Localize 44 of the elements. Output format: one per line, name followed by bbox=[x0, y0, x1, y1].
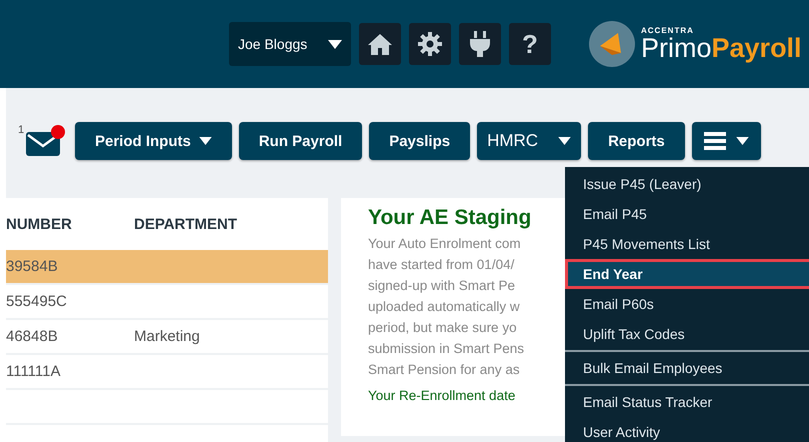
caret-icon bbox=[328, 40, 342, 48]
caret-icon bbox=[736, 137, 749, 145]
menu-item[interactable]: Email Status Tracker bbox=[565, 387, 809, 417]
logo-brand: ACCENTRA bbox=[641, 26, 695, 35]
menu-item[interactable]: Issue P45 (Leaver) bbox=[565, 169, 809, 199]
logo-icon bbox=[589, 21, 635, 67]
mail-count: 1 bbox=[18, 124, 24, 136]
mail-icon[interactable] bbox=[26, 124, 66, 158]
panel-footer: Your Re-Enrollment date bbox=[368, 388, 565, 403]
settings-button[interactable] bbox=[409, 23, 451, 65]
toolbar-button[interactable]: Run Payroll bbox=[238, 122, 362, 160]
table-cell: 555495C bbox=[6, 293, 67, 310]
menu-item[interactable]: Email P45 bbox=[565, 199, 809, 229]
menu-item[interactable]: Bulk Email Employees bbox=[565, 353, 809, 383]
menu-button[interactable] bbox=[692, 122, 761, 160]
table-row[interactable]: 111111A bbox=[6, 355, 328, 390]
menu-item[interactable]: P45 Movements List bbox=[565, 229, 809, 259]
home-icon bbox=[368, 33, 392, 55]
column-header: DEPARTMENT bbox=[134, 216, 238, 232]
table-row[interactable]: 39584B bbox=[6, 250, 328, 285]
menu-item[interactable]: Uplift Tax Codes bbox=[565, 319, 809, 349]
menu-item[interactable]: Email P60s bbox=[565, 289, 809, 319]
menu-item[interactable]: User Activity bbox=[565, 417, 809, 442]
plug-icon bbox=[470, 31, 490, 57]
toolbar-button[interactable]: HMRC bbox=[477, 122, 582, 160]
table-cell: 111111A bbox=[6, 363, 60, 380]
table-cell: 39584B bbox=[6, 258, 58, 275]
help-button[interactable]: ? bbox=[509, 23, 551, 65]
home-button[interactable] bbox=[359, 23, 401, 65]
table-row[interactable]: 555495C bbox=[6, 285, 328, 320]
toolbar-button[interactable]: Reports bbox=[588, 122, 685, 160]
table-row[interactable]: 46848B Marketing bbox=[6, 320, 328, 355]
panel-title: Your AE Staging bbox=[368, 206, 532, 230]
table-cell: Marketing bbox=[134, 328, 200, 345]
logo-name: PrimoPayroll bbox=[641, 35, 802, 62]
column-header: NUMBER bbox=[6, 216, 73, 232]
menu-item[interactable]: End Year bbox=[565, 259, 809, 289]
panel-text: Your Auto Enrolment com have started from 01/04/ signed-up with Smart Pe uploaded automatically w period, but make sure yo submission in Smart Pens Smart Pension for any as bbox=[368, 235, 526, 379]
table-cell: 46848B bbox=[6, 328, 58, 345]
plug-button[interactable] bbox=[459, 23, 501, 65]
menu-icon bbox=[704, 132, 726, 150]
toolbar-button[interactable]: Period Inputs bbox=[75, 122, 232, 160]
toolbar-button[interactable]: Payslips bbox=[369, 122, 470, 160]
user-dropdown[interactable]: Joe Bloggs bbox=[229, 22, 351, 66]
